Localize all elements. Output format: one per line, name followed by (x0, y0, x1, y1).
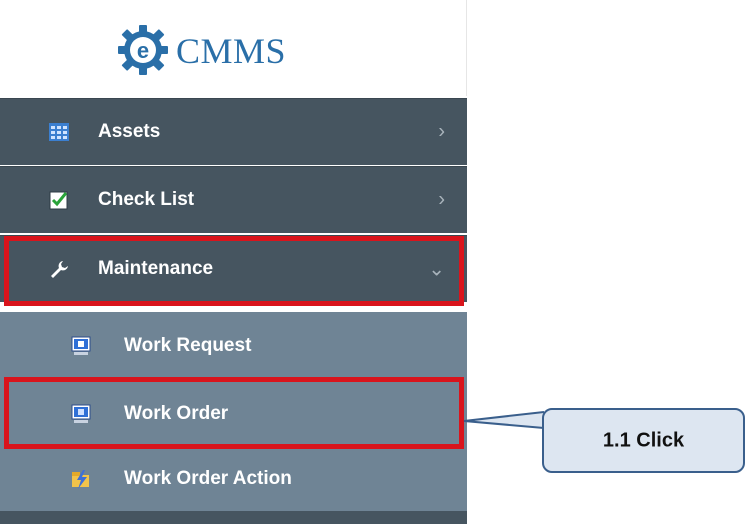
chevron-right-icon: › (438, 120, 445, 143)
sub-label-work-request: Work Request (124, 335, 252, 356)
checkbox-icon (49, 191, 68, 210)
monitor-icon (71, 404, 91, 423)
chevron-down-icon: ⌄ (428, 258, 445, 281)
grid-table-icon (49, 123, 69, 141)
gear-e-logo-icon: e (118, 25, 168, 75)
nav-label-assets: Assets (98, 121, 161, 142)
wrench-icon (51, 261, 68, 278)
chevron-right-icon: › (438, 188, 445, 211)
callout-pointer (463, 411, 545, 429)
app-logo[interactable]: e CMMS (0, 0, 467, 96)
nav-item-check-list[interactable]: Check List › (0, 166, 467, 233)
svg-text:e: e (137, 38, 149, 63)
nav-label-check-list: Check List (98, 189, 195, 210)
sub-item-work-order[interactable]: Work Order (0, 380, 467, 447)
sidebar-menu: e CMMS Assets › Check List › Maintenance… (0, 0, 467, 524)
nav-item-assets[interactable]: Assets › (0, 98, 467, 165)
sub-label-work-order: Work Order (124, 402, 229, 424)
nav-label-maintenance: Maintenance (98, 258, 214, 279)
callout-box: 1.1 Click (542, 408, 745, 473)
monitor-icon (71, 336, 91, 355)
lightning-folder-icon (72, 470, 89, 489)
callout-text: 1.1 Click (602, 429, 685, 451)
logo-text: CMMS (176, 31, 287, 71)
sidebar-bottom-bar (0, 511, 467, 524)
sub-item-work-order-action[interactable]: Work Order Action (0, 447, 467, 511)
nav-item-maintenance[interactable]: Maintenance ⌄ (0, 235, 467, 302)
sub-label-work-order-action: Work Order Action (124, 468, 292, 489)
sub-item-work-request[interactable]: Work Request (0, 312, 467, 380)
